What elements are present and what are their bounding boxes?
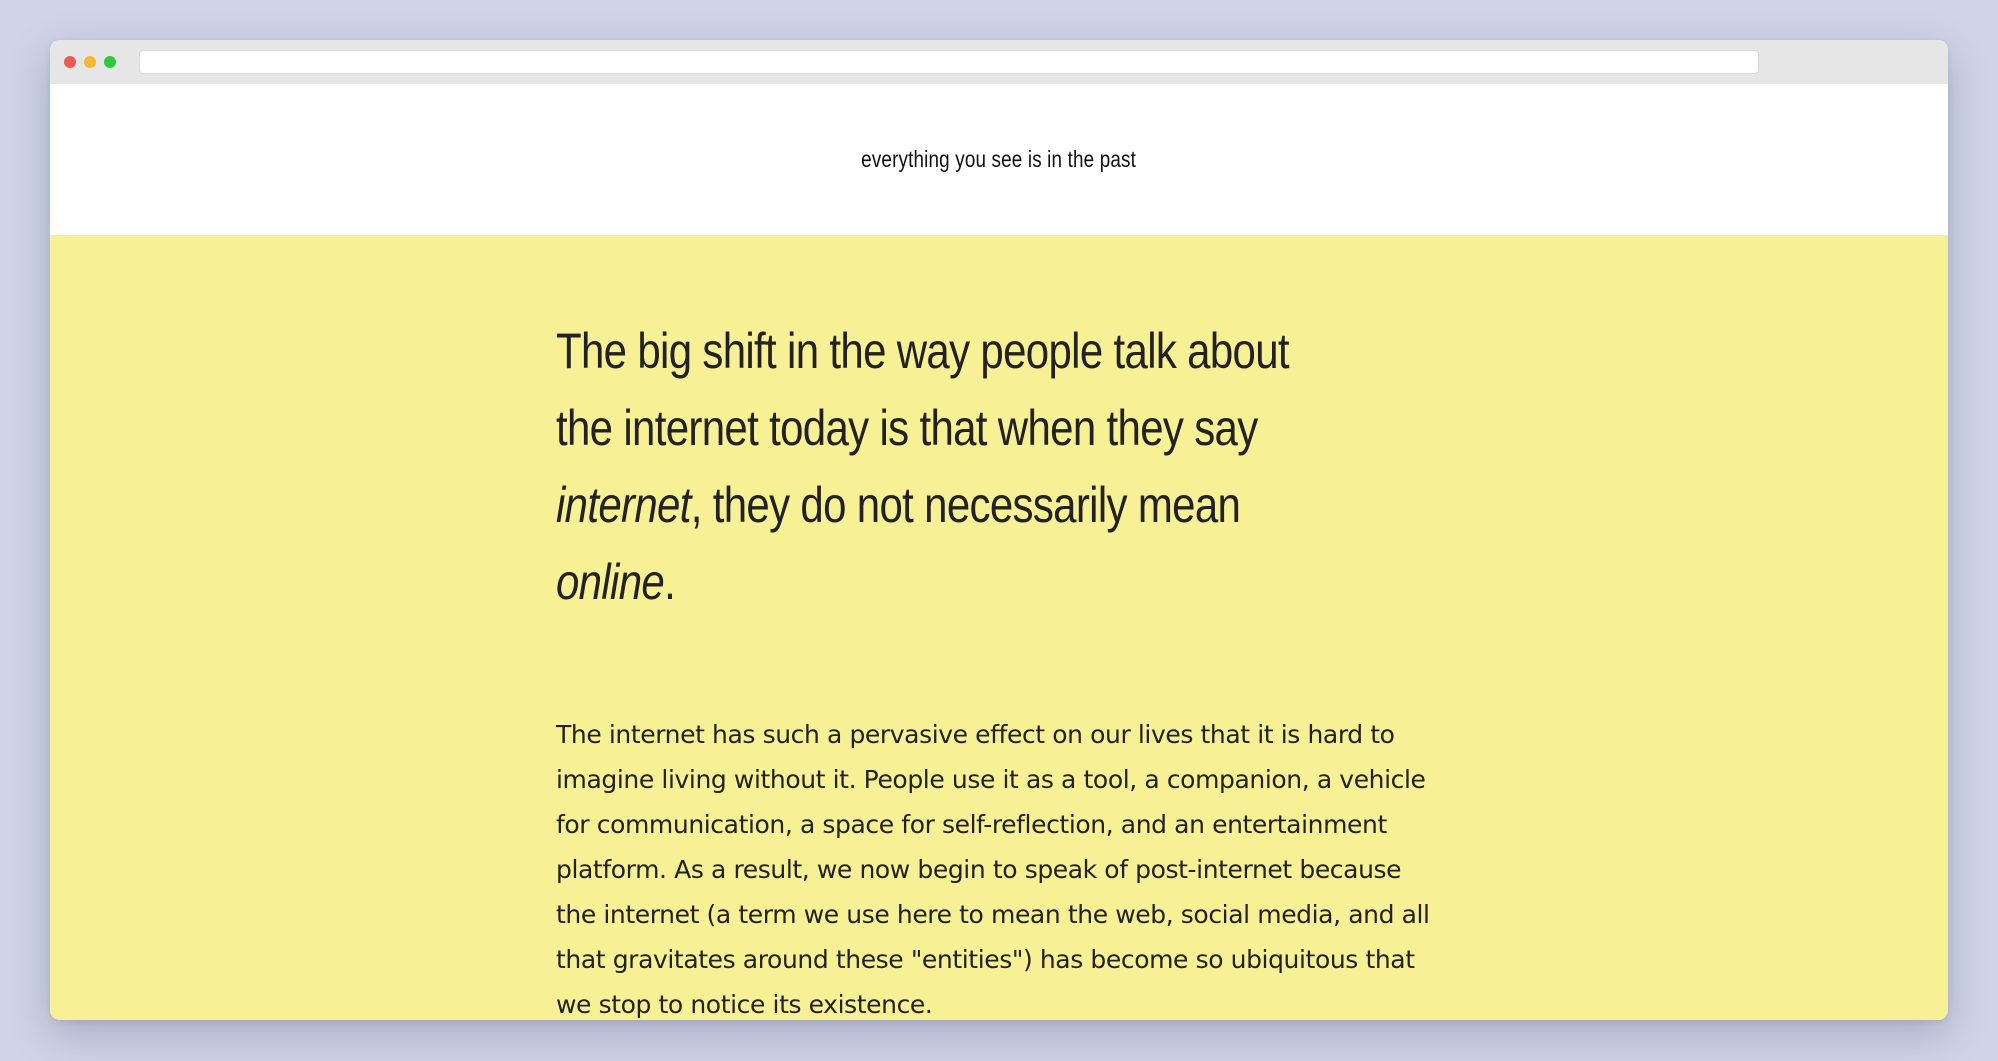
lead-emphasis-online: online bbox=[556, 554, 665, 610]
article-content: The big shift in the way people talk abo… bbox=[50, 235, 1948, 1020]
body-paragraph: The internet has such a pervasive effect… bbox=[556, 720, 1430, 1019]
site-title[interactable]: everything you see is in the past bbox=[862, 146, 1137, 173]
lead-text-part-1: The big shift in the way people talk abo… bbox=[556, 323, 1290, 456]
lead-text-part-3: . bbox=[664, 554, 676, 610]
browser-window: everything you see is in the past The bi… bbox=[50, 40, 1948, 1020]
browser-titlebar bbox=[50, 40, 1948, 84]
close-icon[interactable] bbox=[64, 56, 76, 68]
site-header: everything you see is in the past bbox=[50, 84, 1948, 235]
minimize-icon[interactable] bbox=[84, 56, 96, 68]
address-bar[interactable] bbox=[139, 50, 1759, 74]
lead-heading: The big shift in the way people talk abo… bbox=[556, 313, 1312, 621]
lead-emphasis-internet: internet bbox=[556, 477, 691, 533]
lead-text-part-2: , they do not necessarily mean bbox=[690, 477, 1241, 533]
zoom-icon[interactable] bbox=[104, 56, 116, 68]
